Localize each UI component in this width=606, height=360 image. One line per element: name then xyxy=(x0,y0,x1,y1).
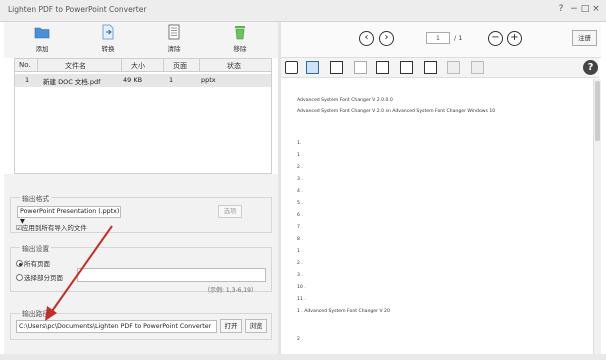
disabled-tool-icon[interactable] xyxy=(471,61,484,74)
camera-icon[interactable] xyxy=(285,61,298,74)
layout-rows-icon[interactable] xyxy=(376,61,389,74)
document-text-line: 2 . xyxy=(297,337,303,342)
layout-columns-icon[interactable] xyxy=(400,61,413,74)
scrollbar-thumb[interactable] xyxy=(595,81,600,141)
document-text-line: 1 . xyxy=(297,249,303,254)
document-text-line: 1 . xyxy=(297,153,303,158)
rotate-icon[interactable] xyxy=(354,61,367,74)
document-text-line: 3 . xyxy=(297,177,303,182)
document-text-line: 1. xyxy=(297,141,302,146)
help-icon[interactable]: ? xyxy=(583,60,598,75)
document-text-line: 3 . xyxy=(297,273,303,278)
view-mode-toolbar: ? xyxy=(281,58,599,78)
document-text-line: 6 . xyxy=(297,213,303,218)
document-text-line: 11 . xyxy=(297,297,306,302)
document-text-line: 2 . xyxy=(297,165,303,170)
disabled-tool-icon[interactable] xyxy=(447,61,460,74)
document-text-line: 4 . xyxy=(297,189,303,194)
status-bar xyxy=(0,354,606,360)
document-text-line: 8 . xyxy=(297,237,303,242)
page-icon[interactable] xyxy=(424,61,437,74)
grid-view-icon[interactable] xyxy=(306,61,319,74)
document-text-line: 7 . xyxy=(297,225,303,230)
document-text-line: Advanced System Font Changer V 2.0 sn Ad… xyxy=(297,109,496,114)
vertical-scrollbar[interactable] xyxy=(593,79,601,354)
document-text-line: 2 . xyxy=(297,261,303,266)
image-icon[interactable] xyxy=(330,61,343,74)
document-text-line: 1 . Advanced System Font Changer V 20 xyxy=(297,309,390,314)
document-text-line: Advanced System Font Changer V 2.0.0.0 xyxy=(297,98,393,103)
document-preview: Advanced System Font Changer V 2.0.0.0 Ad… xyxy=(281,79,593,354)
document-text-line: 10 . xyxy=(297,285,306,290)
document-text-line: 5 . xyxy=(297,201,303,206)
